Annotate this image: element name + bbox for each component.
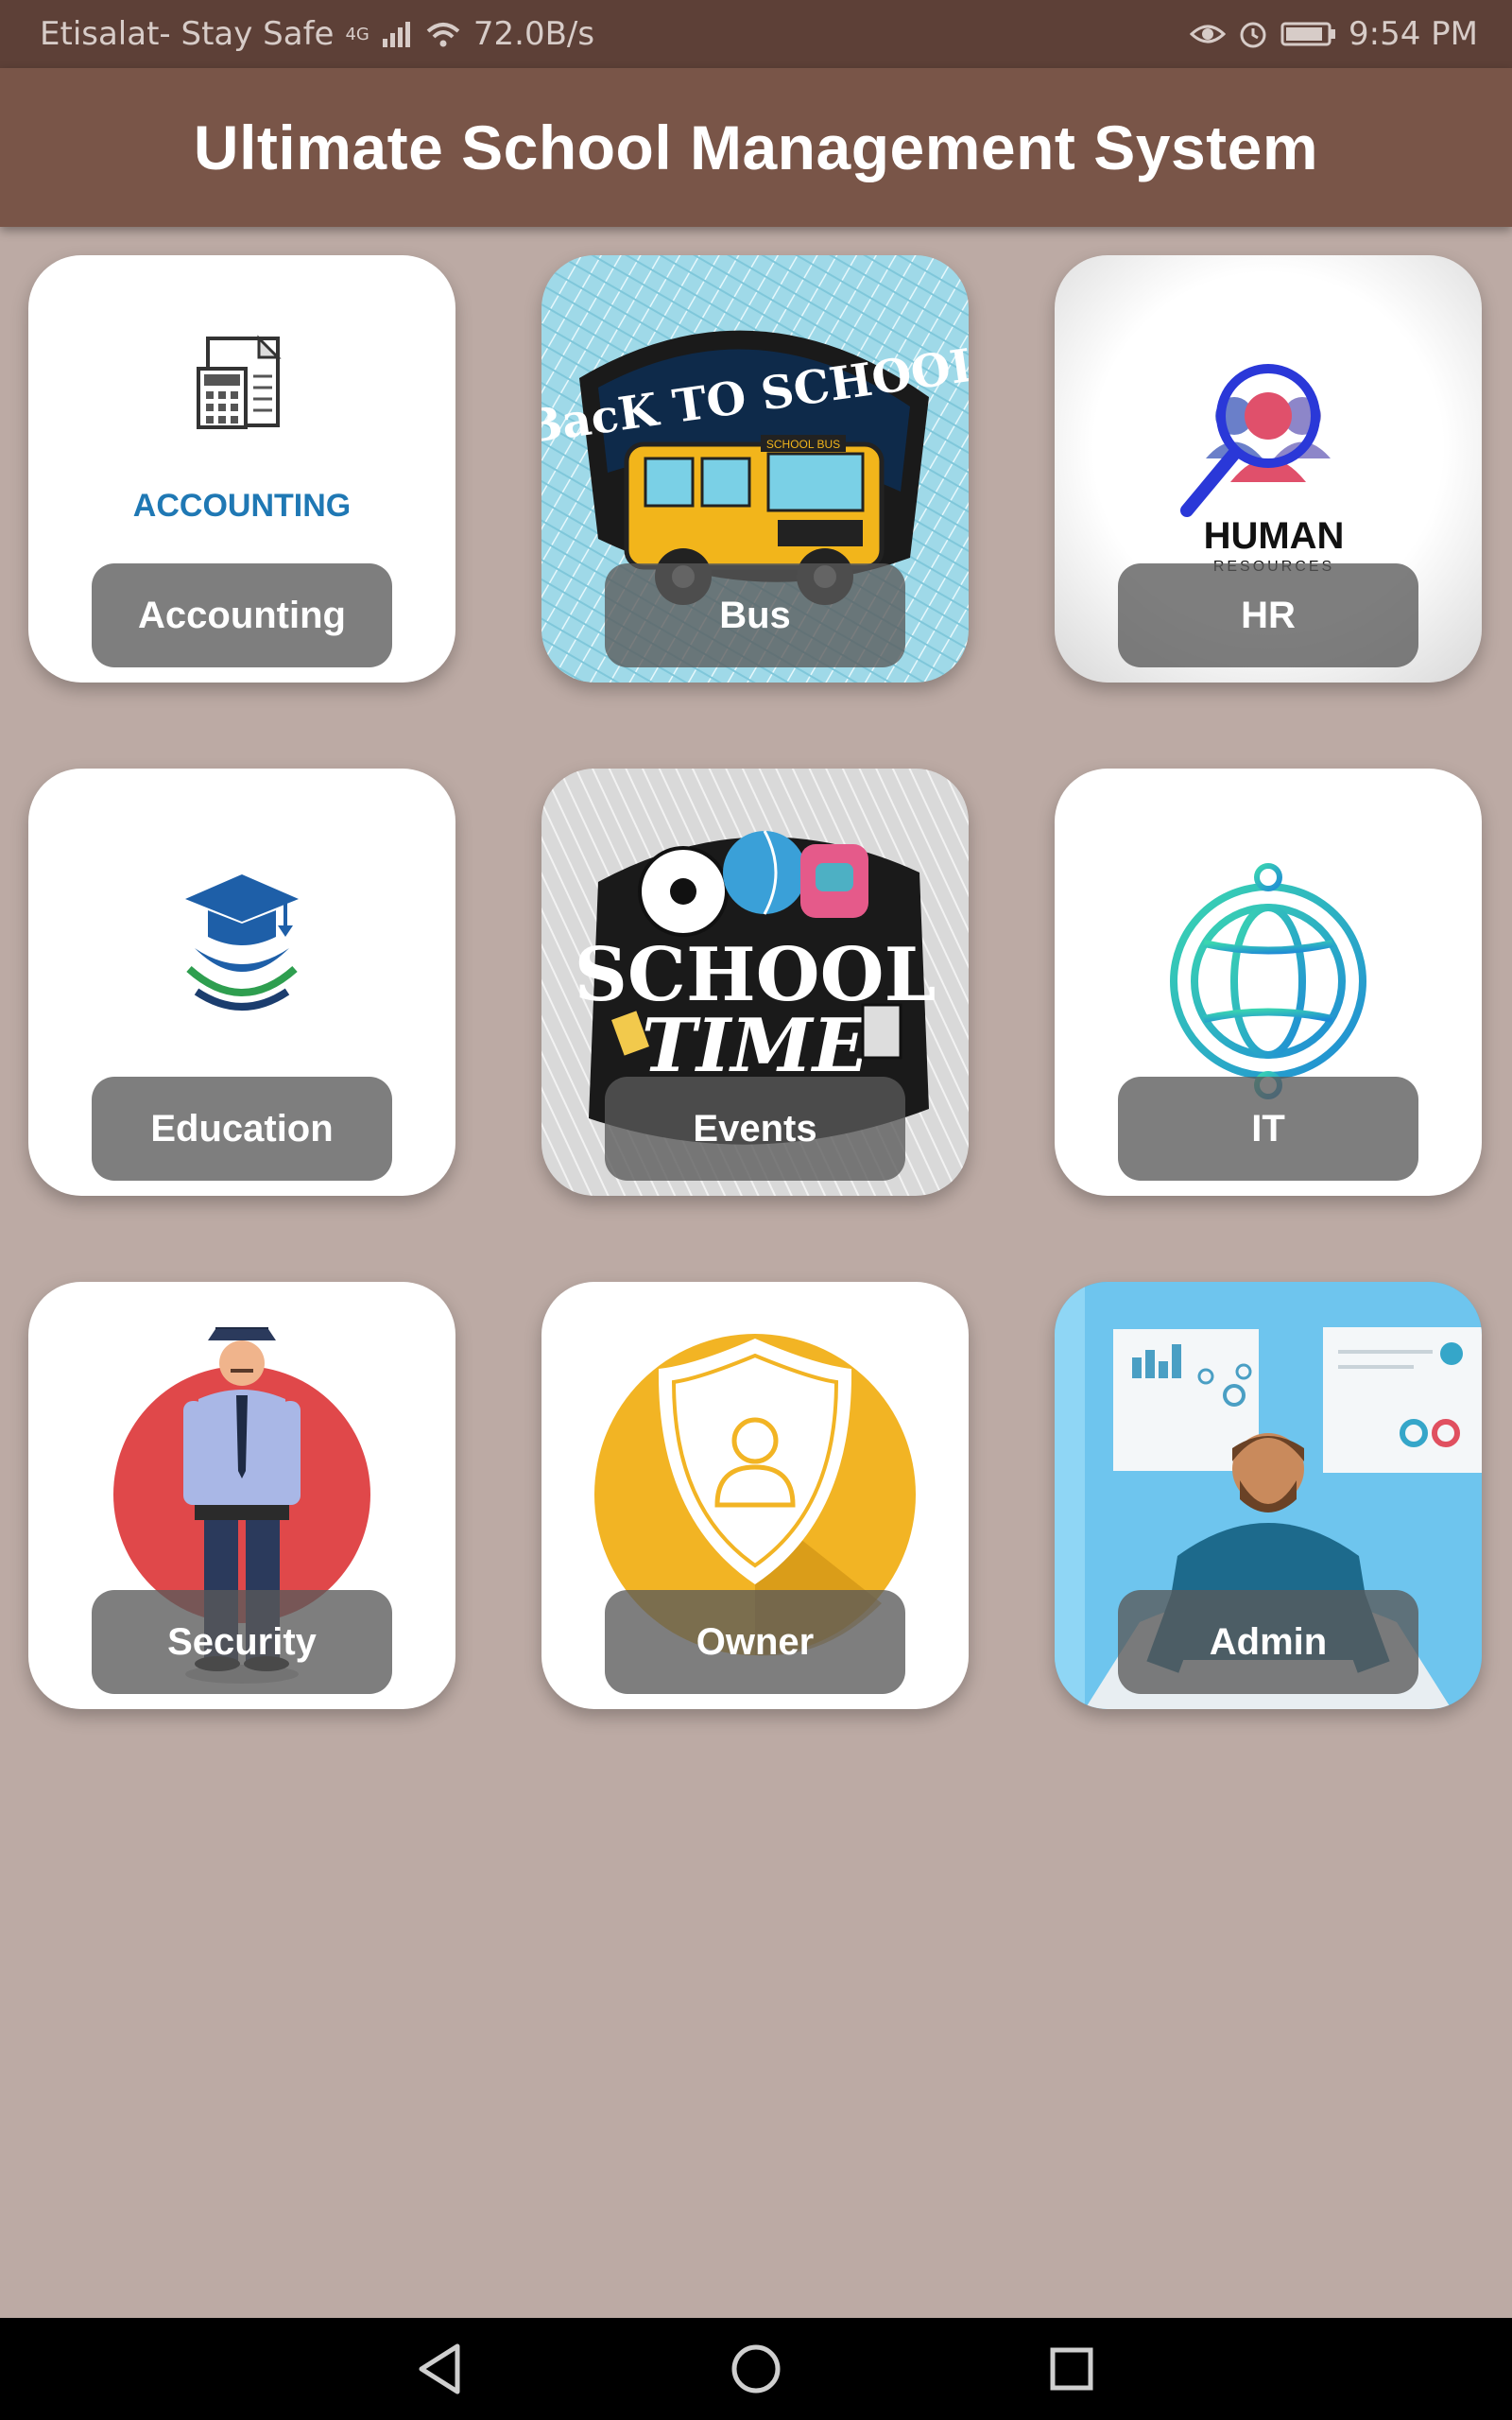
tile-education[interactable]: Education bbox=[28, 769, 455, 1196]
nav-recents-button[interactable] bbox=[1041, 2339, 1102, 2399]
wifi-icon bbox=[426, 23, 460, 47]
system-nav-bar bbox=[0, 2318, 1512, 2420]
back-triangle-icon bbox=[419, 2343, 460, 2394]
tile-owner-label: Owner bbox=[605, 1590, 905, 1694]
status-bar: Etisalat- Stay Safe 4G 72.0B/s 9:54 PM bbox=[0, 0, 1512, 68]
alarm-icon bbox=[1240, 22, 1266, 48]
clock: 9:54 PM bbox=[1349, 15, 1478, 53]
battery-icon bbox=[1280, 22, 1335, 46]
tile-security-label: Security bbox=[92, 1590, 392, 1694]
svg-text:SCHOOL BUS: SCHOOL BUS bbox=[766, 438, 840, 451]
tile-owner[interactable]: Owner bbox=[541, 1282, 969, 1709]
tile-admin-label: Admin bbox=[1118, 1590, 1418, 1694]
app-title: Ultimate School Management System bbox=[193, 112, 1319, 182]
recents-square-icon bbox=[1050, 2347, 1093, 2391]
tile-bus[interactable]: BacK TO SCHOOL SCHOOL BUS Bus bbox=[541, 255, 969, 683]
svg-text:ACCOUNTING: ACCOUNTING bbox=[133, 488, 351, 524]
tile-security[interactable]: Security bbox=[28, 1282, 455, 1709]
tile-accounting[interactable]: ACCOUNTING Accounting bbox=[28, 255, 455, 683]
nav-back-button[interactable] bbox=[410, 2339, 471, 2399]
tile-events[interactable]: SCHOOL TIME Events bbox=[541, 769, 969, 1196]
tile-education-label: Education bbox=[92, 1077, 392, 1181]
home-circle-icon bbox=[731, 2344, 781, 2394]
eye-comfort-icon bbox=[1190, 25, 1226, 43]
tile-admin[interactable]: Admin bbox=[1055, 1282, 1482, 1709]
tile-hr-label: HR bbox=[1118, 563, 1418, 667]
network-speed: 72.0B/s bbox=[472, 15, 595, 53]
tile-hr[interactable]: HUMAN RESOURCES HR bbox=[1055, 255, 1482, 683]
tile-events-label: Events bbox=[605, 1077, 905, 1181]
carrier-name: Etisalat- Stay Safe bbox=[40, 15, 335, 53]
svg-text:HUMAN: HUMAN bbox=[1204, 515, 1345, 557]
network-type: 4G bbox=[345, 25, 369, 44]
tile-it[interactable]: IT bbox=[1055, 769, 1482, 1196]
tile-it-label: IT bbox=[1118, 1077, 1418, 1181]
tile-accounting-label: Accounting bbox=[92, 563, 392, 667]
tile-bus-label: Bus bbox=[605, 563, 905, 667]
app-bar: Ultimate School Management System bbox=[0, 68, 1512, 227]
nav-home-button[interactable] bbox=[726, 2339, 786, 2399]
signal-icon bbox=[382, 22, 410, 47]
